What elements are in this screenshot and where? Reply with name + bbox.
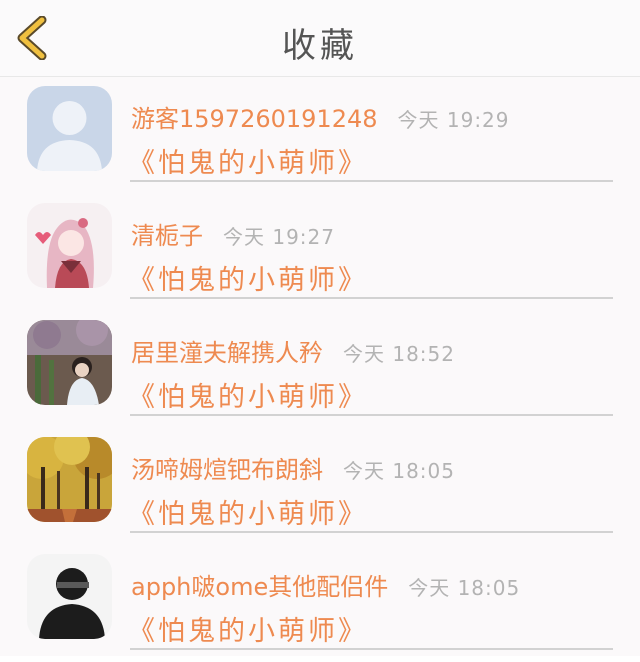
- avatar[interactable]: [27, 86, 112, 171]
- girl-garden-avatar-icon: [27, 320, 112, 405]
- divider: [130, 648, 613, 650]
- user-name[interactable]: 游客1597260191248: [131, 105, 378, 133]
- list-item[interactable]: 清栀子 今天 19:27 《怕鬼的小萌师》: [0, 194, 640, 311]
- list-item[interactable]: 游客1597260191248 今天 19:29 《怕鬼的小萌师》: [0, 77, 640, 194]
- timestamp: 今天 18:52: [343, 342, 455, 366]
- user-name[interactable]: 汤啼姆煊钯布朗斜: [131, 456, 323, 484]
- work-title[interactable]: 《怕鬼的小萌师》: [128, 258, 368, 297]
- top-bar: 收藏: [0, 0, 640, 77]
- work-title[interactable]: 《怕鬼的小萌师》: [128, 141, 368, 180]
- user-name[interactable]: 清栀子: [131, 222, 203, 250]
- timestamp: 今天 19:27: [223, 225, 335, 249]
- divider: [130, 414, 613, 416]
- timestamp: 今天 18:05: [408, 576, 521, 600]
- divider: [130, 297, 613, 299]
- avatar[interactable]: [27, 554, 112, 639]
- avatar[interactable]: [27, 203, 112, 288]
- dark-figure-avatar-icon: [27, 554, 112, 639]
- timestamp: 今天 18:05: [343, 459, 455, 483]
- default-avatar-icon: [27, 86, 112, 171]
- avatar[interactable]: [27, 320, 112, 405]
- divider: [130, 180, 613, 182]
- timestamp: 今天 19:29: [397, 108, 510, 132]
- page-title: 收藏: [282, 26, 358, 66]
- user-name[interactable]: 居里潼夫解携人矜: [131, 339, 323, 367]
- autumn-forest-avatar-icon: [27, 437, 112, 522]
- avatar[interactable]: [27, 437, 112, 522]
- work-title[interactable]: 《怕鬼的小萌师》: [128, 375, 368, 414]
- anime-girl-avatar-icon: [27, 203, 112, 288]
- list-item[interactable]: apph啵ome其他配侣件 今天 18:05 《怕鬼的小萌师》: [0, 545, 640, 662]
- work-title[interactable]: 《怕鬼的小萌师》: [128, 492, 368, 531]
- divider: [130, 531, 613, 533]
- work-title[interactable]: 《怕鬼的小萌师》: [128, 609, 368, 648]
- favorites-list: 游客1597260191248 今天 19:29 《怕鬼的小萌师》 清栀子 今天 1…: [0, 77, 640, 656]
- list-item[interactable]: 居里潼夫解携人矜 今天 18:52 《怕鬼的小萌师》: [0, 311, 640, 428]
- user-name[interactable]: apph啵ome其他配侣件: [131, 573, 388, 601]
- list-item[interactable]: 汤啼姆煊钯布朗斜 今天 18:05 《怕鬼的小萌师》: [0, 428, 640, 545]
